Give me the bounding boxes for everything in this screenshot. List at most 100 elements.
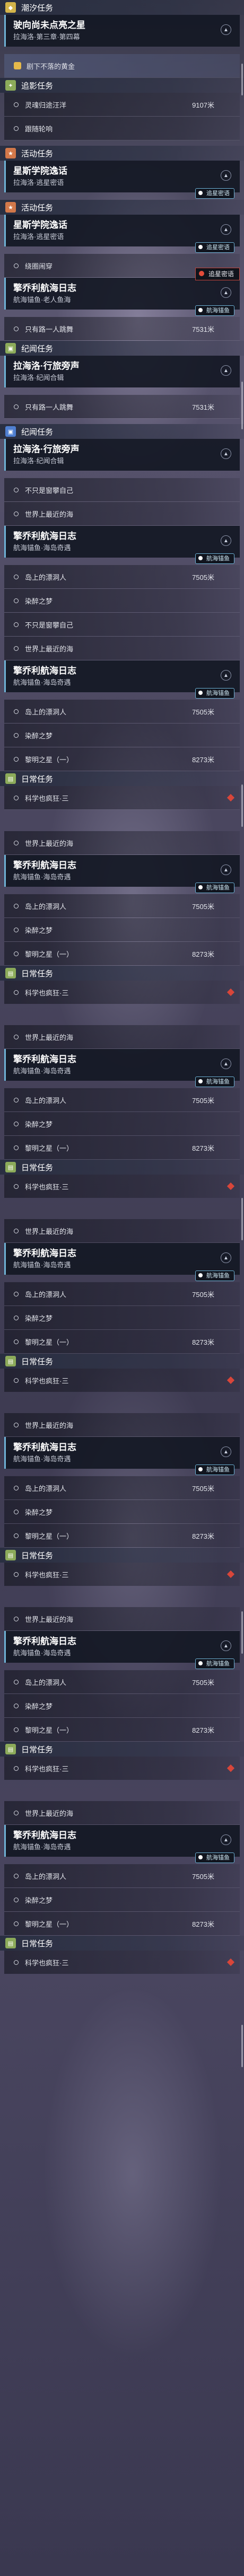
objective-item[interactable]: 岛上的漂洞人 7505米 — [4, 894, 240, 918]
scrollbar-thumb[interactable] — [241, 382, 243, 429]
objective-item[interactable]: 染醉之梦 — [4, 1888, 240, 1911]
quest-card[interactable]: 驶向尚未点亮之星 拉海洛·第三章·第四幕 ▲ — [4, 15, 240, 47]
collapse-arrow-icon[interactable]: ▲ — [221, 1252, 231, 1263]
objective-item[interactable]: 染醉之梦 — [4, 1500, 240, 1523]
objective-item[interactable]: 世界上最近的海 — [4, 637, 240, 660]
objective-item[interactable]: 染醉之梦 — [4, 1306, 240, 1329]
category-header[interactable]: ▤ 日常任务 — [0, 1160, 244, 1175]
scrollbar-thumb[interactable] — [241, 784, 243, 827]
objective-item[interactable]: 染醉之梦 — [4, 1694, 240, 1717]
objective-item[interactable]: 世界上最近的海 — [4, 1413, 240, 1436]
collapse-arrow-icon[interactable]: ▲ — [221, 224, 231, 235]
objective-item[interactable]: 只有路一人跳舞 7531米 — [4, 395, 240, 418]
category-header[interactable]: ✦ 追影任务 — [0, 78, 244, 93]
quest-card[interactable]: 擎乔利航海日志 航海锚鱼·海岛奇遇 ▲ 航海锚鱼 — [4, 1825, 240, 1863]
objective-item[interactable]: 岛上的漂洞人 7505米 — [4, 1282, 240, 1305]
category-header[interactable]: ★ 活动任务 — [0, 146, 244, 161]
collapse-arrow-icon[interactable]: ▲ — [221, 1446, 231, 1457]
objective-item[interactable]: 岛上的漂洞人 7505米 — [4, 1864, 240, 1887]
category-header[interactable]: ▤ 日常任务 — [0, 1742, 244, 1757]
objective-item[interactable]: 染醉之梦 — [4, 724, 240, 747]
objective-item[interactable]: 黎明之星（一） 8273米 — [4, 1718, 240, 1741]
quest-card[interactable]: 擎乔利航海日志 航海锚鱼·海岛奇遇 ▲ 航海锚鱼 — [4, 855, 240, 893]
objective-item[interactable]: 剧下不落的黄金 — [4, 54, 240, 77]
objective-item[interactable]: 黎明之星（一） 8273米 — [4, 1912, 240, 1935]
category-header[interactable]: ▣ 纪闻任务 — [0, 424, 244, 439]
objective-item[interactable]: 科学也疯狂·三 — [4, 1951, 240, 1974]
collapse-arrow-icon[interactable]: ▲ — [221, 864, 231, 875]
collapse-arrow-icon[interactable]: ▲ — [221, 1640, 231, 1651]
objective-item[interactable]: 岛上的漂洞人 7505米 — [4, 1476, 240, 1499]
category-header[interactable]: ▤ 日常任务 — [0, 1548, 244, 1563]
quest-card[interactable]: 擎乔利航海日志 航海锚鱼·海岛奇遇 ▲ 航海锚鱼 — [4, 526, 240, 564]
objective-item[interactable]: 染醉之梦 — [4, 589, 240, 612]
objective-item[interactable]: 世界上最近的海 — [4, 1219, 240, 1242]
objective-text: 世界上最近的海 — [25, 1227, 74, 1236]
objective-item[interactable]: 不只是窗攀自己 — [4, 613, 240, 636]
category-header[interactable]: ▤ 日常任务 — [0, 966, 244, 981]
objective-item[interactable]: 科学也疯狂·三 — [4, 1369, 240, 1392]
quest-card[interactable]: 擎乔利航海日志 航海锚鱼·海岛奇遇 ▲ 航海锚鱼 — [4, 1049, 240, 1087]
objective-item[interactable]: 只有路一人跳舞 7531米 — [4, 317, 240, 340]
quest-card[interactable]: 擎乔利航海日志 航海锚鱼·海岛奇遇 ▲ 航海锚鱼 — [4, 1243, 240, 1281]
quest-card[interactable]: 拉海洛·行旅旁声 拉海洛·纪闻合辑 ▲ — [4, 356, 240, 387]
quest-card[interactable]: 星斯学院逸话 拉海洛·逃星密语 ▲ 追星密语 — [4, 215, 240, 253]
objective-dot-icon — [14, 903, 19, 908]
objective-item[interactable]: 灵魂归途汪洋 9107米 — [4, 93, 240, 116]
objective-item[interactable]: 黎明之星（一） 8273米 — [4, 1330, 240, 1353]
objective-item[interactable]: 世界上最近的海 — [4, 502, 240, 525]
objective-item[interactable]: 岛上的漂洞人 7505米 — [4, 700, 240, 723]
objective-item[interactable]: 黎明之星（一） 8273米 — [4, 747, 240, 771]
objective-item[interactable]: 科学也疯狂·三 — [4, 1175, 240, 1198]
objective-item[interactable]: 世界上最近的海 — [4, 831, 240, 854]
category-header[interactable]: ▤ 日常任务 — [0, 1936, 244, 1951]
collapse-arrow-icon[interactable]: ▲ — [221, 448, 231, 459]
objective-item[interactable]: 黎明之星（一） 8273米 — [4, 942, 240, 965]
objective-item[interactable]: 黎明之星（一） 8273米 — [4, 1136, 240, 1159]
collapse-arrow-icon[interactable]: ▲ — [221, 670, 231, 681]
objective-text: 剧下不落的黄金 — [27, 62, 75, 70]
objective-item[interactable]: 黎明之星（一） 8273米 — [4, 1524, 240, 1547]
objective-text: 灵魂归途汪洋 — [25, 101, 67, 109]
objective-text: 科学也疯狂·三 — [25, 1183, 69, 1191]
objective-item[interactable]: 科学也疯狂·三 — [4, 786, 240, 809]
category-header[interactable]: ◆ 潮汐任务 — [0, 0, 244, 15]
scrollbar-thumb[interactable] — [241, 2025, 243, 2067]
objective-item[interactable]: 世界上最近的海 — [4, 1025, 240, 1048]
scrollbar-thumb[interactable] — [241, 1611, 243, 1654]
quest-card[interactable]: 擎乔利航海日志 航海锚鱼·海岛奇遇 ▲ 航海锚鱼 — [4, 1631, 240, 1669]
scrollbar-thumb[interactable] — [241, 64, 243, 95]
quest-card[interactable]: 擎乔利航海日志 航海锚鱼·海岛奇遇 ▲ 航海锚鱼 — [4, 1437, 240, 1475]
objective-item[interactable]: 科学也疯狂·三 — [4, 1563, 240, 1586]
quest-card[interactable]: 星斯学院逸话 拉海洛·逃星密语 ▲ 追星密语 — [4, 161, 240, 199]
objective-item[interactable]: 世界上最近的海 — [4, 1607, 240, 1630]
quest-card[interactable]: 拉海洛·行旅旁声 拉海洛·纪闻合辑 ▲ — [4, 439, 240, 471]
objective-item[interactable]: 不只是窗攀自己 — [4, 478, 240, 501]
objective-dot-icon — [14, 263, 19, 268]
quest-card[interactable]: 擎乔利航海日志 航海锚鱼·老人鱼海 ▲ 航海锚鱼 — [4, 278, 240, 316]
objective-item[interactable]: 染醉之梦 — [4, 1112, 240, 1135]
objective-item[interactable]: 世界上最近的海 — [4, 1801, 240, 1824]
category-header[interactable]: ▤ 日常任务 — [0, 771, 244, 786]
objective-item[interactable]: 岛上的漂洞人 7505米 — [4, 1670, 240, 1693]
quest-card[interactable]: 擎乔利航海日志 航海锚鱼·海岛奇遇 ▲ 航海锚鱼 — [4, 660, 240, 699]
collapse-arrow-icon[interactable]: ▲ — [221, 1834, 231, 1845]
objective-item[interactable]: 跟随轮响 — [4, 117, 240, 140]
objective-item[interactable]: 岛上的漂洞人 7505米 — [4, 1088, 240, 1111]
category-header[interactable]: ★ 活动任务 — [0, 200, 244, 215]
collapse-arrow-icon[interactable]: ▲ — [221, 535, 231, 546]
category-header[interactable]: ▣ 纪闻任务 — [0, 341, 244, 356]
category-header[interactable]: ▤ 日常任务 — [0, 1354, 244, 1369]
category-label: 日常任务 — [21, 1357, 54, 1366]
objective-item[interactable]: 染醉之梦 — [4, 918, 240, 941]
objective-item[interactable]: 科学也疯狂·三 — [4, 981, 240, 1004]
scrollbar-thumb[interactable] — [241, 1198, 243, 1240]
collapse-arrow-icon[interactable]: ▲ — [221, 24, 231, 35]
objective-item[interactable]: 科学也疯狂·三 — [4, 1757, 240, 1780]
collapse-arrow-icon[interactable]: ▲ — [221, 365, 231, 376]
collapse-arrow-icon[interactable]: ▲ — [221, 1058, 231, 1069]
objective-item[interactable]: 岛上的漂洞人 7505米 — [4, 565, 240, 588]
objective-dot-icon — [14, 1034, 19, 1039]
collapse-arrow-icon[interactable]: ▲ — [221, 170, 231, 181]
collapse-arrow-icon[interactable]: ▲ — [221, 287, 231, 298]
